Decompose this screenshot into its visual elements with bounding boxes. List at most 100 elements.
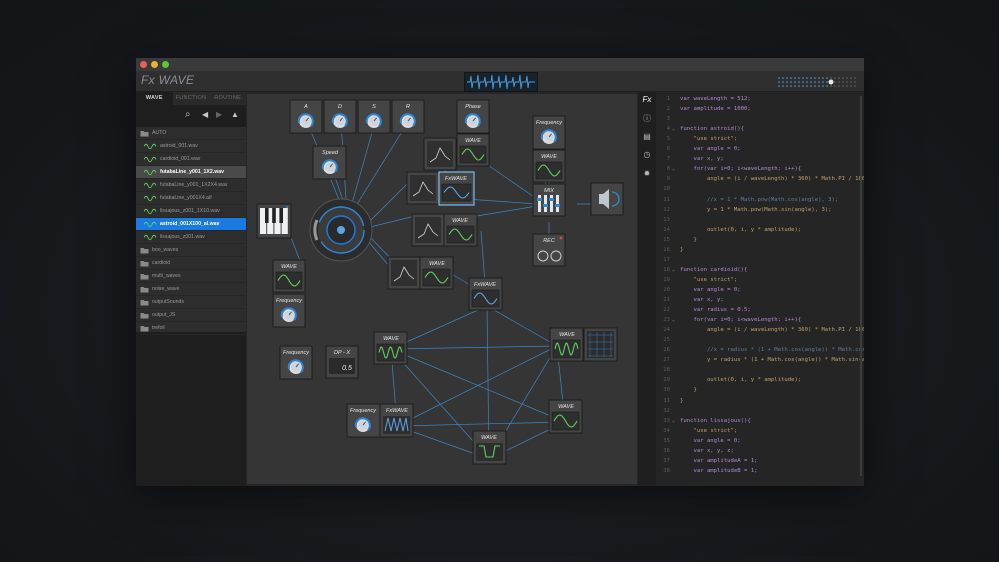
fxwave-node[interactable]: FxWAVE [379, 403, 414, 438]
info-icon[interactable]: ⓘ [642, 114, 652, 124]
keyboard-node[interactable] [256, 203, 292, 239]
folder-item[interactable]: noise_wave [136, 283, 246, 296]
speed-knob[interactable]: Speed [312, 145, 347, 180]
fold-chevron-icon[interactable]: ⌄ [672, 267, 675, 273]
line-number: 25 [663, 337, 670, 344]
frequency-knob[interactable]: Frequency [272, 293, 306, 328]
patch-graph[interactable]: A D S R Phase Speed Frequency WAVE MIX REC WAVE FxW… [247, 94, 637, 484]
file-item[interactable]: astroid_001.wav [136, 140, 246, 153]
mix-node[interactable]: MIX [532, 183, 566, 217]
tab-function[interactable]: FUNCTION [173, 92, 210, 105]
patch-cable[interactable] [350, 121, 409, 215]
fxwave-node[interactable]: FxWAVE [438, 171, 475, 206]
wave-node[interactable]: WAVE [373, 331, 408, 365]
code-area[interactable]: 1 var waveLength = 512; 2 var amplitude = 1… [656, 92, 864, 486]
folder-item[interactable]: outputSounds [136, 296, 246, 309]
line-number: 13 [663, 216, 670, 223]
node-label: WAVE [429, 261, 445, 267]
folder-item[interactable]: cardioid [136, 257, 246, 270]
patch-cable[interactable] [476, 205, 538, 217]
wave-node[interactable]: WAVE [419, 256, 454, 290]
zoom-dot [806, 77, 808, 79]
file-item[interactable]: futabaLine_y001_1X2X4.wav [136, 179, 246, 192]
patch-canvas[interactable]: A D S R Phase Speed Frequency WAVE MIX REC WAVE FxW… [247, 94, 637, 484]
envelope-graph-a[interactable] [423, 137, 457, 171]
patch-cable[interactable] [480, 230, 486, 285]
editor-scrollbar[interactable] [860, 96, 862, 476]
zoom-dot [854, 85, 856, 87]
zoom-window-button[interactable] [162, 61, 169, 68]
file-item[interactable]: futabaLine_y001X4.aif [136, 192, 246, 205]
file-label: cardioid [152, 260, 171, 266]
wave-node[interactable]: WAVE [456, 133, 490, 167]
folder-item[interactable]: trefoil [136, 322, 246, 335]
play-forward-icon[interactable]: ▶ [216, 110, 222, 119]
speaker-output[interactable] [590, 182, 624, 216]
wave-node[interactable]: WAVE [532, 149, 566, 183]
line-number: 31 [663, 397, 670, 404]
fold-chevron-icon[interactable]: ⌄ [672, 166, 675, 172]
adsr-knob-s[interactable]: S [357, 99, 391, 134]
tab-wave[interactable]: WAVE [136, 92, 173, 105]
fxwave-node[interactable]: FxWAVE [468, 277, 503, 311]
zoom-dot [810, 77, 812, 79]
rotary-sequencer[interactable] [309, 198, 373, 262]
node-label: Frequency [350, 408, 377, 414]
adsr-knob-d[interactable]: D [323, 99, 357, 134]
fx-label[interactable]: Fx [642, 95, 652, 105]
folder-item[interactable]: multi_waves [136, 270, 246, 283]
envelope-graph-d[interactable] [387, 256, 421, 290]
node-label: S [372, 104, 376, 110]
rec-node[interactable]: REC [532, 233, 566, 267]
code-line: var waveLength = 512; [680, 96, 751, 102]
frequency-knob[interactable]: Frequency [532, 115, 566, 150]
patch-cable[interactable] [396, 421, 566, 427]
line-number: 38 [663, 467, 670, 474]
fold-chevron-icon[interactable]: ⌄ [672, 126, 675, 132]
toolbar: Fx WAVE [136, 71, 864, 92]
play-back-icon[interactable]: ◀ [202, 110, 208, 119]
tab-routine[interactable]: ROUTINE [209, 92, 246, 105]
zoom-slider[interactable] [777, 75, 857, 87]
phase-knob[interactable]: Phase [456, 99, 490, 134]
folder-item[interactable]: output_JS [136, 309, 246, 322]
minimize-window-button[interactable] [151, 61, 158, 68]
envelope-graph-c[interactable] [411, 213, 445, 247]
zoom-dot [834, 77, 836, 79]
file-item[interactable]: astroid_001X100_al.wav [136, 218, 246, 231]
node-label: Speed [322, 150, 339, 156]
patch-cable[interactable] [390, 345, 558, 350]
bug-icon[interactable]: ✹ [642, 169, 652, 179]
eject-icon[interactable]: ▲ [231, 110, 239, 119]
wave-node[interactable]: WAVE [272, 259, 306, 293]
file-item[interactable]: lissajous_z001_1X10.wav [136, 205, 246, 218]
zoom-dot [822, 77, 824, 79]
code-editor[interactable]: Fx ⓘ ▤ ◷ ✹ 1 var waveLength = 512; 2 var am… [638, 92, 864, 486]
code-line: var angle = 0; [680, 437, 741, 444]
adsr-knob-a[interactable]: A [289, 99, 323, 134]
folder-item[interactable]: AUTO [136, 127, 246, 140]
file-item[interactable]: futabaLine_y001_1X2.wav [136, 166, 246, 179]
fold-chevron-icon[interactable]: ⌄ [672, 418, 675, 424]
wave-node[interactable]: WAVE [548, 399, 583, 434]
xy-scope-node[interactable] [583, 327, 618, 362]
wave-node[interactable]: WAVE [549, 327, 584, 362]
wave-node[interactable]: WAVE [472, 430, 507, 465]
patch-cable[interactable] [348, 121, 376, 215]
frequency-knob[interactable]: Frequency [279, 345, 313, 380]
wave-node[interactable]: WAVE [443, 213, 478, 247]
node-label: WAVE [541, 154, 557, 160]
search-icon[interactable]: ⌕ [185, 109, 191, 120]
file-item[interactable]: lissajous_z001.wav [136, 231, 246, 244]
frequency-knob[interactable]: Frequency [346, 403, 381, 438]
clock-icon[interactable]: ◷ [642, 150, 652, 160]
file-item[interactable]: cardioid_001.wav [136, 153, 246, 166]
close-window-button[interactable] [140, 61, 147, 68]
adsr-knob-r[interactable]: R [391, 99, 425, 134]
panel-icon[interactable]: ▤ [642, 132, 652, 142]
patch-cable[interactable] [486, 305, 558, 347]
folder-item[interactable]: boo_waves [136, 244, 246, 257]
envelope-graph-b[interactable] [406, 171, 440, 205]
dpx-node[interactable]: DP - X 0.5 [325, 345, 359, 379]
fold-chevron-icon[interactable]: ⌄ [672, 317, 675, 323]
